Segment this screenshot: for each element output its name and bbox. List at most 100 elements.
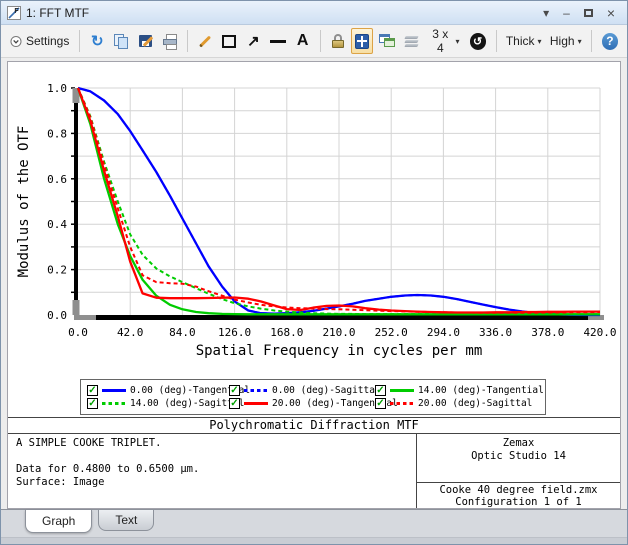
software-info-line: Zemax bbox=[417, 437, 620, 450]
legend-label: 0.00 (deg)-Sagittal bbox=[272, 385, 381, 396]
draw-rectangle-button[interactable] bbox=[218, 28, 240, 54]
legend-label: 14.00 (deg)-Sagittal bbox=[130, 398, 244, 409]
rectangle-icon bbox=[222, 35, 236, 48]
clone-window-button[interactable] bbox=[375, 28, 398, 54]
window-bottom-frame bbox=[1, 537, 627, 544]
overlay-graphics-button[interactable] bbox=[400, 28, 422, 54]
settings-label: Settings bbox=[26, 34, 69, 48]
grid-layout-label: 3 x 4 bbox=[428, 27, 452, 55]
lens-note-line: A SIMPLE COOKE TRIPLET. bbox=[16, 437, 408, 450]
lens-notes-cell: A SIMPLE COOKE TRIPLET. Data for 0.4800 … bbox=[8, 434, 417, 508]
layers-icon bbox=[405, 36, 418, 47]
close-button[interactable]: × bbox=[607, 6, 615, 20]
draw-line-button[interactable] bbox=[266, 28, 289, 54]
lock-button[interactable] bbox=[327, 28, 349, 54]
series-checkbox[interactable]: ✓ bbox=[375, 385, 386, 396]
legend-item: ✓20.00 (deg)-Tangential bbox=[229, 398, 375, 409]
legend: ✓0.00 (deg)-Tangential✓0.00 (deg)-Sagitt… bbox=[80, 379, 546, 415]
lens-note-line bbox=[16, 450, 408, 463]
x-tick-label: 420.0 bbox=[583, 326, 616, 339]
right-info-column: ZemaxOptic Studio 14 Cooke 40 degree fie… bbox=[417, 434, 620, 508]
window-title: 1: FFT MTF bbox=[26, 6, 89, 20]
restore-button[interactable] bbox=[584, 9, 593, 17]
reset-view-button[interactable]: ↺ bbox=[466, 28, 490, 54]
refresh-button[interactable]: ↻ bbox=[86, 28, 108, 54]
tabstrip: Graph Text bbox=[1, 509, 627, 537]
lens-note-line: Surface: Image bbox=[16, 476, 408, 489]
y-tick-label: 0.0 bbox=[47, 309, 67, 322]
window-content: 0.00.20.40.60.81.00.042.084.0126.0168.02… bbox=[1, 58, 627, 509]
save-button[interactable] bbox=[135, 28, 157, 54]
report-panel: 0.00.20.40.60.81.00.042.084.0126.0168.02… bbox=[7, 61, 621, 509]
tab-graph[interactable]: Graph bbox=[25, 510, 92, 533]
mtf-chart: 0.00.20.40.60.81.00.042.084.0126.0168.02… bbox=[8, 62, 622, 365]
quality-dropdown[interactable]: High▾ bbox=[547, 28, 585, 54]
y-axis bbox=[74, 88, 78, 315]
legend-label: 20.00 (deg)-Sagittal bbox=[418, 398, 532, 409]
toolbar-separator bbox=[496, 30, 497, 52]
legend-item: ✓0.00 (deg)-Tangential bbox=[87, 385, 229, 396]
help-icon: ? bbox=[602, 33, 618, 50]
x-axis bbox=[74, 315, 600, 320]
solid-line-sample bbox=[390, 389, 414, 392]
chevron-down-icon: ▾ bbox=[456, 37, 460, 46]
solid-line-sample bbox=[102, 389, 126, 392]
toolbar: Settings ↻ ↗ A 3 x 4▾ ↺ Thick▾ High▾ ? bbox=[1, 25, 627, 58]
x-axis-title: Spatial Frequency in cycles per mm bbox=[196, 343, 483, 359]
draw-pencil-button[interactable] bbox=[194, 28, 216, 54]
copy-icon bbox=[114, 34, 128, 48]
dotted-line-sample bbox=[102, 402, 126, 405]
file-info-line: Configuration 1 of 1 bbox=[417, 496, 620, 508]
chevron-down-circle-icon bbox=[10, 34, 22, 49]
axis-handle bbox=[73, 300, 80, 315]
report-footer: Polychromatic Diffraction MTF A SIMPLE C… bbox=[8, 417, 620, 508]
y-tick-label: 0.2 bbox=[47, 264, 67, 277]
line-thickness-label: Thick bbox=[506, 34, 535, 48]
x-tick-label: 168.0 bbox=[270, 326, 303, 339]
y-tick-label: 0.4 bbox=[47, 218, 67, 231]
titlebar[interactable]: F 1: FFT MTF ▾ – × bbox=[1, 1, 627, 25]
series-checkbox[interactable]: ✓ bbox=[229, 398, 240, 409]
toolbar-separator bbox=[187, 30, 188, 52]
x-tick-label: 42.0 bbox=[117, 326, 144, 339]
copy-button[interactable] bbox=[110, 28, 132, 54]
draw-arrow-button[interactable]: ↗ bbox=[242, 28, 264, 54]
series-checkbox[interactable]: ✓ bbox=[375, 398, 386, 409]
x-tick-label: 252.0 bbox=[375, 326, 408, 339]
fit-window-button[interactable] bbox=[351, 28, 373, 54]
minimize-button[interactable]: – bbox=[563, 7, 570, 19]
series-checkbox[interactable]: ✓ bbox=[87, 398, 98, 409]
fft-mtf-window: F 1: FFT MTF ▾ – × Settings ↻ ↗ A 3 x 4 ▾ bbox=[0, 0, 628, 545]
window-controls: ▾ – × bbox=[543, 6, 621, 20]
x-tick-label: 0.0 bbox=[68, 326, 88, 339]
lock-icon bbox=[332, 34, 344, 49]
file-info-line: Cooke 40 degree field.zmx bbox=[417, 484, 620, 496]
tab-text[interactable]: Text bbox=[98, 510, 154, 531]
print-button[interactable] bbox=[159, 28, 181, 54]
draw-text-button[interactable]: A bbox=[292, 28, 314, 54]
series-checkbox[interactable]: ✓ bbox=[87, 385, 98, 396]
window-menu-caret-icon[interactable]: ▾ bbox=[543, 7, 549, 19]
legend-item: ✓ 20.00 (deg)-Sagittal bbox=[375, 398, 544, 409]
legend-item: ✓14.00 (deg)-Sagittal bbox=[87, 398, 229, 409]
rotate-ccw-icon: ↺ bbox=[470, 33, 486, 50]
settings-button[interactable]: Settings bbox=[6, 28, 73, 54]
legend-item: ✓14.00 (deg)-Tangential bbox=[375, 385, 544, 396]
grid-layout-dropdown[interactable]: 3 x 4 ▾ bbox=[424, 28, 463, 54]
save-icon bbox=[139, 34, 153, 48]
series-checkbox[interactable]: ✓ bbox=[229, 385, 240, 396]
file-info-cell: Cooke 40 degree field.zmxConfiguration 1… bbox=[417, 483, 620, 508]
y-axis-title: Modulus of the OTF bbox=[16, 126, 32, 278]
pencil-icon bbox=[199, 35, 211, 47]
help-button[interactable]: ? bbox=[598, 28, 622, 54]
line-thickness-dropdown[interactable]: Thick▾ bbox=[503, 28, 545, 54]
text-icon: A bbox=[297, 32, 309, 50]
chevron-down-icon: ▾ bbox=[538, 37, 542, 46]
legend-item: ✓0.00 (deg)-Sagittal bbox=[229, 385, 375, 396]
x-tick-label: 210.0 bbox=[322, 326, 355, 339]
overlay-windows-icon bbox=[379, 34, 394, 48]
lens-note-line: Data for 0.4800 to 0.6500 µm. bbox=[16, 463, 408, 476]
fft-window-icon: F bbox=[7, 6, 21, 20]
x-tick-label: 294.0 bbox=[427, 326, 460, 339]
x-tick-label: 126.0 bbox=[218, 326, 251, 339]
